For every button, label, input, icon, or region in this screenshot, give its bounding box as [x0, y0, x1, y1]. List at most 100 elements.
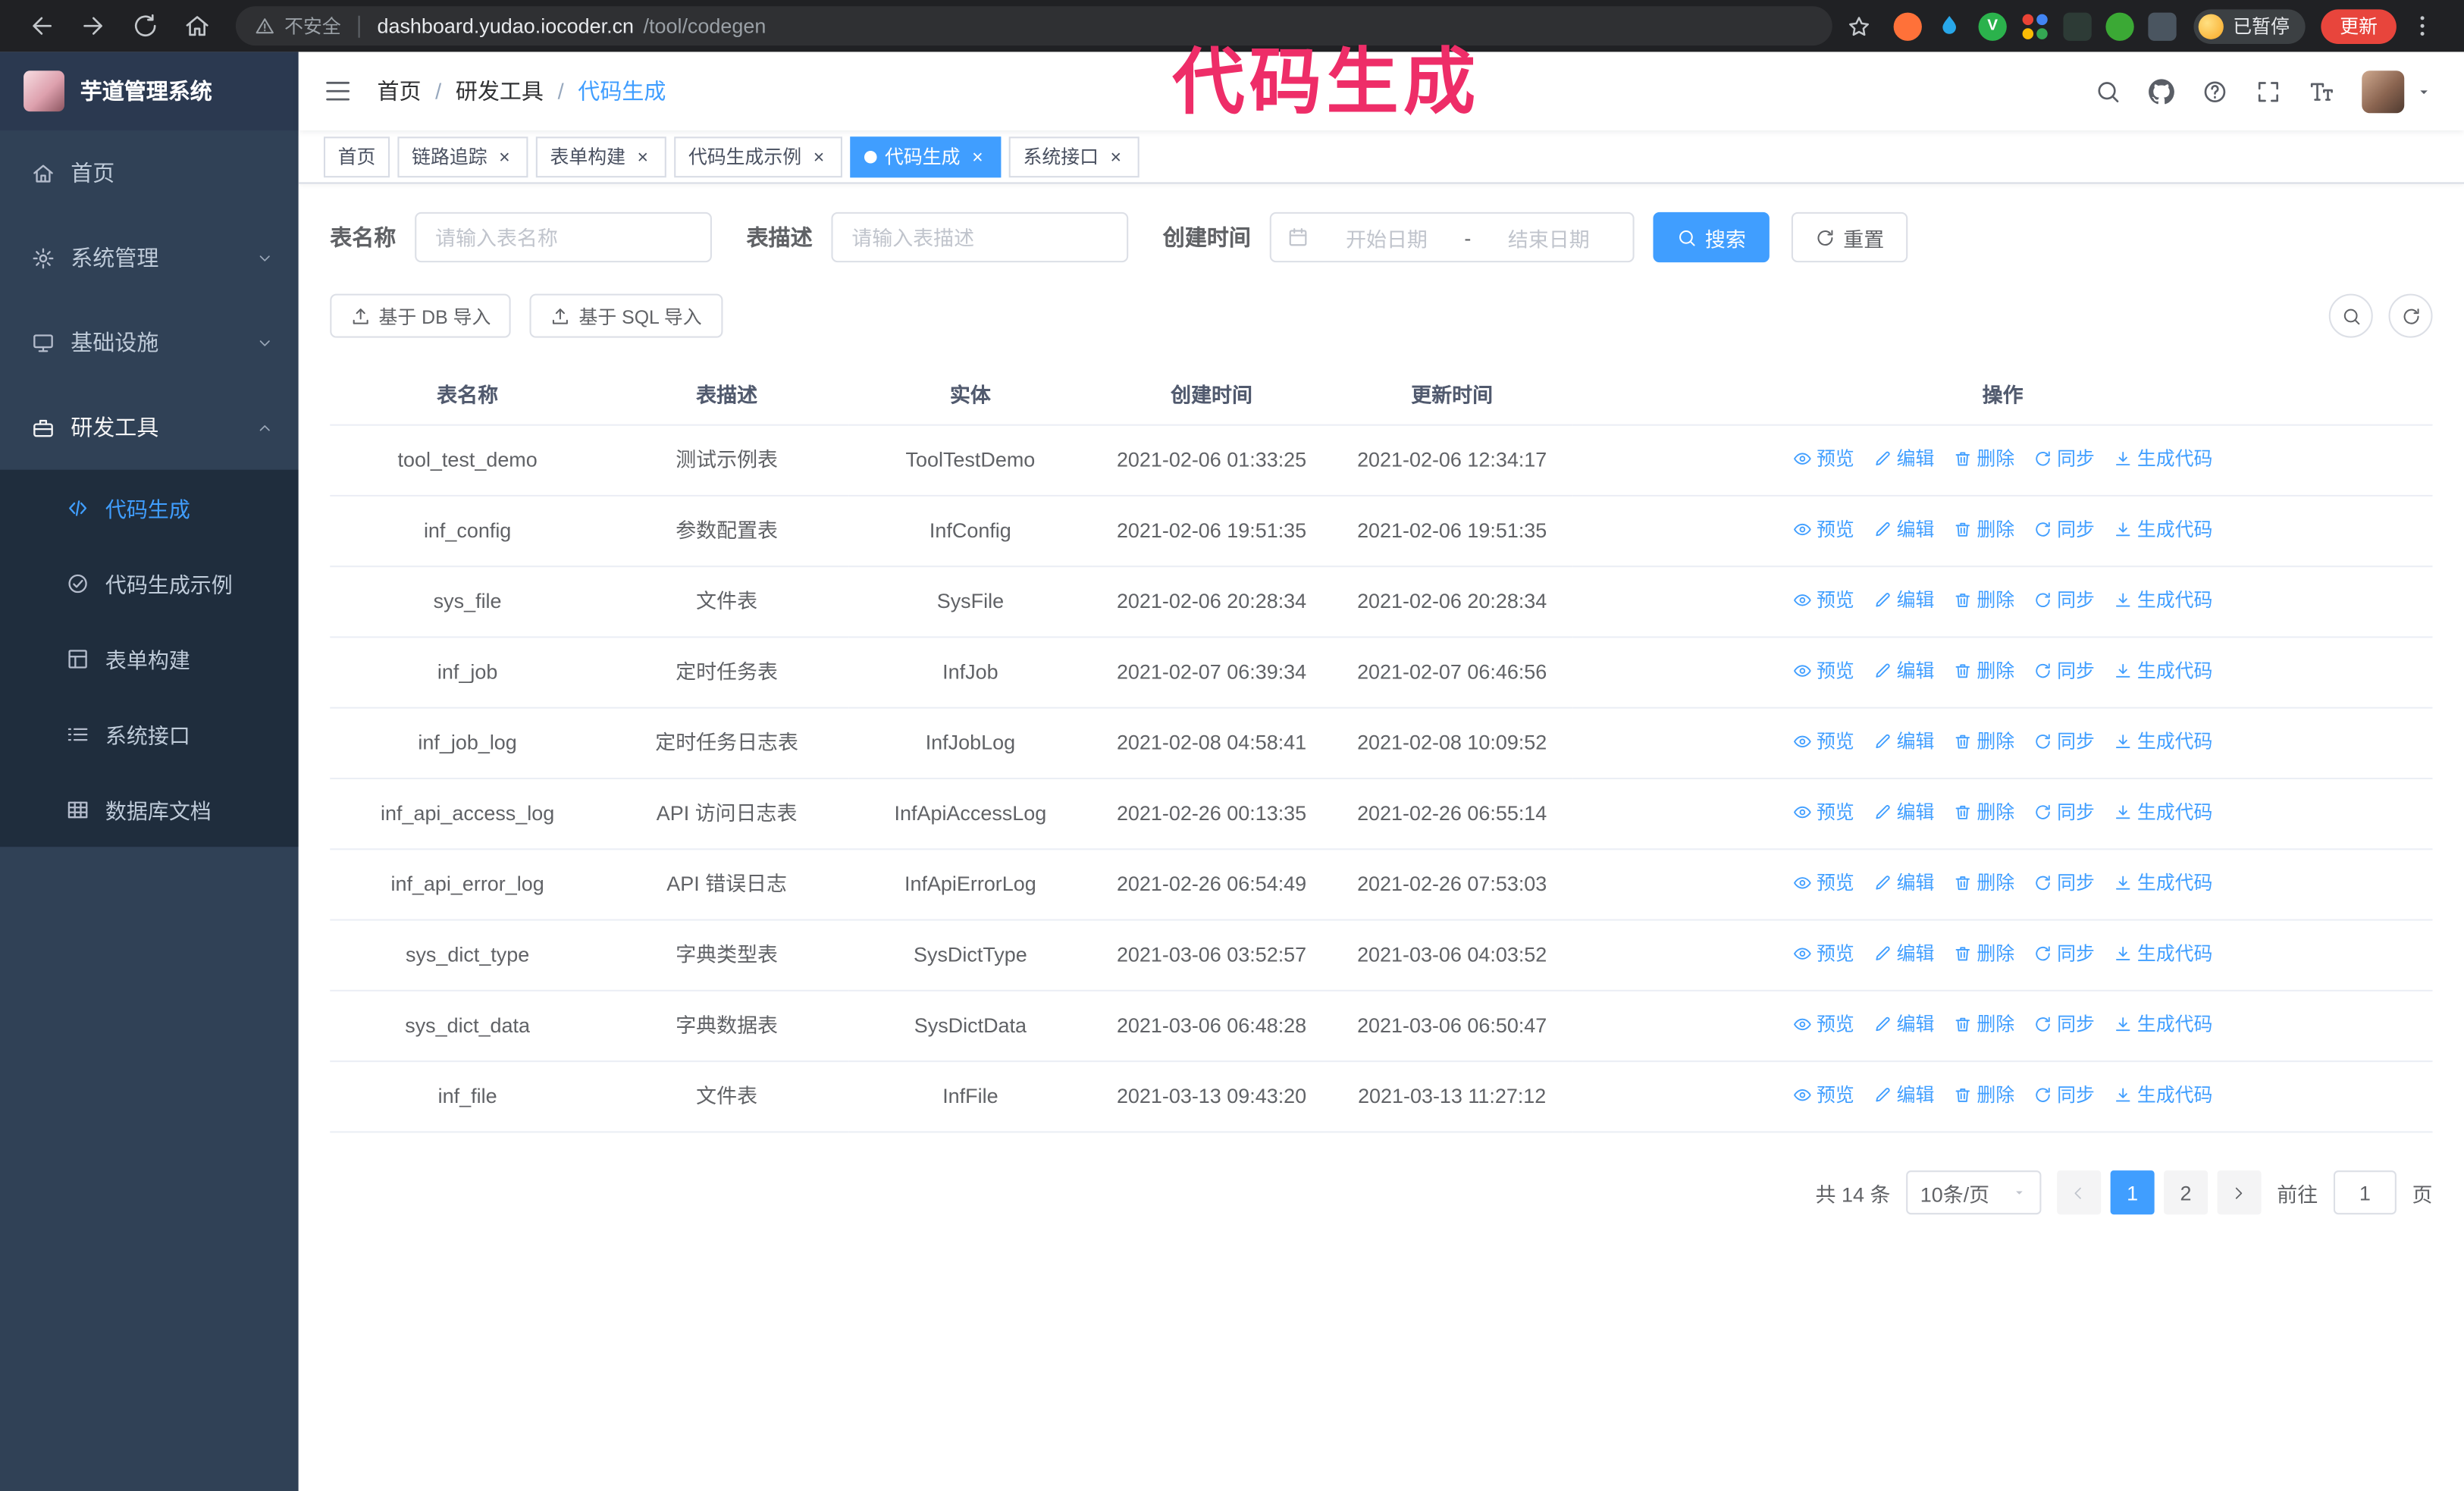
action-sync-link[interactable]: 同步 [2033, 443, 2095, 475]
sidebar-item-home[interactable]: 首页 [0, 130, 299, 215]
sidebar-item-codegen-example[interactable]: 代码生成示例 [0, 545, 299, 620]
action-delete-link[interactable]: 删除 [1953, 1079, 2014, 1110]
github-icon[interactable] [2148, 78, 2174, 105]
tab-close-icon[interactable]: × [810, 147, 829, 166]
action-sync-link[interactable]: 同步 [2033, 655, 2095, 686]
browser-forward-icon[interactable] [80, 13, 107, 39]
tab-codegen[interactable]: 代码生成 × [850, 136, 1002, 177]
tab-close-icon[interactable]: × [495, 147, 514, 166]
tab-home[interactable]: 首页 [323, 136, 390, 177]
action-sync-link[interactable]: 同步 [2033, 514, 2095, 545]
breadcrumb-item-dev-tools[interactable]: 研发工具 [456, 75, 544, 106]
hamburger-icon[interactable] [324, 77, 352, 105]
address-bar[interactable]: 不安全 dashboard.yudao.iocoder.cn /tool/cod… [235, 6, 1832, 46]
search-button[interactable]: 搜索 [1653, 211, 1770, 263]
action-generate-link[interactable]: 生成代码 [2114, 514, 2212, 545]
extension-icon-dark-figure[interactable] [2148, 11, 2177, 40]
logo-block[interactable]: 芋道管理系统 [0, 52, 299, 131]
tab-codegen-example[interactable]: 代码生成示例 × [674, 136, 843, 177]
import-db-button[interactable]: 基于 DB 导入 [330, 293, 512, 338]
action-sync-link[interactable]: 同步 [2033, 1009, 2095, 1040]
action-generate-link[interactable]: 生成代码 [2114, 1079, 2212, 1110]
action-generate-link[interactable]: 生成代码 [2114, 655, 2212, 686]
font-size-icon[interactable] [2309, 78, 2335, 105]
tab-tracing[interactable]: 链路追踪 × [397, 136, 528, 177]
action-edit-link[interactable]: 编辑 [1873, 655, 1934, 686]
table-desc-input[interactable] [831, 211, 1129, 263]
extension-icon-dark-green[interactable] [2063, 11, 2092, 40]
action-edit-link[interactable]: 编辑 [1873, 938, 1934, 969]
prev-page-button[interactable] [2057, 1170, 2102, 1215]
action-preview-link[interactable]: 预览 [1793, 726, 1854, 757]
extension-icon-green-v[interactable]: V [1978, 11, 2007, 40]
fullscreen-icon[interactable] [2255, 78, 2281, 105]
action-generate-link[interactable]: 生成代码 [2114, 584, 2212, 616]
action-generate-link[interactable]: 生成代码 [2114, 726, 2212, 757]
action-preview-link[interactable]: 预览 [1793, 1079, 1854, 1110]
action-edit-link[interactable]: 编辑 [1873, 726, 1934, 757]
sidebar-item-db-doc[interactable]: 数据库文档 [0, 772, 299, 847]
action-generate-link[interactable]: 生成代码 [2114, 938, 2212, 969]
sidebar-item-system-management[interactable]: 系统管理 [0, 215, 299, 300]
next-page-button[interactable] [2217, 1170, 2262, 1215]
action-delete-link[interactable]: 删除 [1953, 584, 2014, 616]
action-delete-link[interactable]: 删除 [1953, 726, 2014, 757]
table-name-input[interactable] [415, 211, 712, 263]
action-sync-link[interactable]: 同步 [2033, 938, 2095, 969]
action-edit-link[interactable]: 编辑 [1873, 443, 1934, 475]
tab-close-icon[interactable]: × [1106, 147, 1125, 166]
action-generate-link[interactable]: 生成代码 [2114, 1009, 2212, 1040]
action-preview-link[interactable]: 预览 [1793, 655, 1854, 686]
action-preview-link[interactable]: 预览 [1793, 867, 1854, 898]
toggle-search-button[interactable] [2328, 293, 2373, 338]
action-sync-link[interactable]: 同步 [2033, 867, 2095, 898]
page-size-select[interactable]: 10条/页 [1906, 1170, 2042, 1215]
action-edit-link[interactable]: 编辑 [1873, 514, 1934, 545]
sidebar-item-form-build[interactable]: 表单构建 [0, 621, 299, 696]
extension-icon-blue-drop[interactable] [1936, 12, 1964, 40]
end-date-placeholder[interactable]: 结束日期 [1481, 222, 1617, 252]
sidebar-item-system-api[interactable]: 系统接口 [0, 696, 299, 771]
browser-menu-icon[interactable] [2409, 13, 2435, 39]
action-generate-link[interactable]: 生成代码 [2114, 867, 2212, 898]
action-edit-link[interactable]: 编辑 [1873, 1079, 1934, 1110]
action-edit-link[interactable]: 编辑 [1873, 1009, 1934, 1040]
action-sync-link[interactable]: 同步 [2033, 797, 2095, 828]
action-sync-link[interactable]: 同步 [2033, 1079, 2095, 1110]
update-button[interactable]: 更新 [2321, 8, 2397, 43]
action-sync-link[interactable]: 同步 [2033, 726, 2095, 757]
help-icon[interactable] [2202, 78, 2228, 105]
page-button-2[interactable]: 2 [2164, 1170, 2209, 1215]
paused-chip[interactable]: 已暂停 [2193, 8, 2306, 43]
bookmark-star-icon[interactable] [1846, 14, 1871, 39]
extension-icon-people-grid[interactable] [2020, 12, 2049, 40]
action-sync-link[interactable]: 同步 [2033, 584, 2095, 616]
user-menu[interactable] [2362, 70, 2432, 113]
breadcrumb-item-home[interactable]: 首页 [377, 75, 421, 106]
tab-form-build[interactable]: 表单构建 × [535, 136, 666, 177]
action-preview-link[interactable]: 预览 [1793, 443, 1854, 475]
action-preview-link[interactable]: 预览 [1793, 514, 1854, 545]
sidebar-item-codegen[interactable]: 代码生成 [0, 470, 299, 545]
start-date-placeholder[interactable]: 开始日期 [1318, 222, 1455, 252]
extension-icon-orange[interactable] [1893, 11, 1922, 40]
action-edit-link[interactable]: 编辑 [1873, 797, 1934, 828]
action-preview-link[interactable]: 预览 [1793, 1009, 1854, 1040]
action-preview-link[interactable]: 预览 [1793, 938, 1854, 969]
action-edit-link[interactable]: 编辑 [1873, 584, 1934, 616]
sidebar-item-infrastructure[interactable]: 基础设施 [0, 300, 299, 385]
header-search-icon[interactable] [2095, 78, 2121, 105]
action-delete-link[interactable]: 删除 [1953, 938, 2014, 969]
date-range-picker[interactable]: 开始日期 - 结束日期 [1269, 211, 1635, 263]
action-preview-link[interactable]: 预览 [1793, 797, 1854, 828]
action-delete-link[interactable]: 删除 [1953, 867, 2014, 898]
action-preview-link[interactable]: 预览 [1793, 584, 1854, 616]
browser-back-icon[interactable] [28, 13, 55, 39]
tab-close-icon[interactable]: × [633, 147, 652, 166]
action-delete-link[interactable]: 删除 [1953, 1009, 2014, 1040]
action-delete-link[interactable]: 删除 [1953, 797, 2014, 828]
action-generate-link[interactable]: 生成代码 [2114, 443, 2212, 475]
breadcrumb-item-codegen[interactable]: 代码生成 [578, 75, 666, 106]
reset-button[interactable]: 重置 [1791, 211, 1908, 263]
action-generate-link[interactable]: 生成代码 [2114, 797, 2212, 828]
